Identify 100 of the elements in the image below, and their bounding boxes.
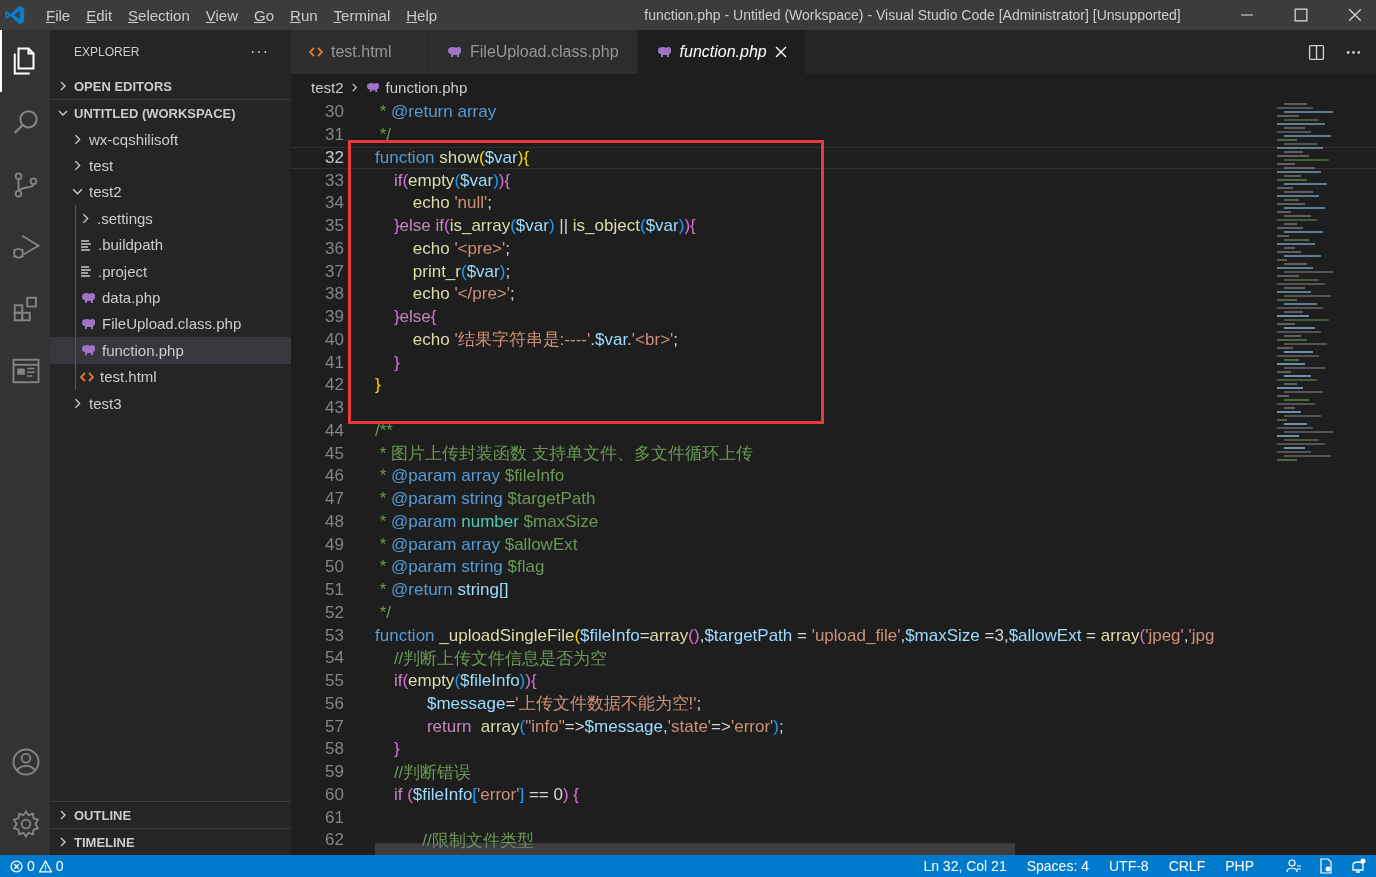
section-header[interactable]: UNTITLED (WORKSPACE) — [50, 99, 291, 126]
elephant-icon — [364, 81, 380, 93]
line-number: 37 — [324, 261, 344, 282]
error-icon[interactable] — [10, 859, 23, 873]
line-number: 56 — [324, 693, 344, 714]
line-number: 53 — [324, 625, 344, 646]
elephant-icon — [80, 291, 96, 304]
code-line: * @param number $maxSize — [378, 511, 599, 532]
code-line: */ — [378, 602, 392, 623]
file-tree-item[interactable]: wx-cqshilisoft — [50, 126, 291, 153]
settings-icon[interactable] — [11, 809, 41, 839]
status-item[interactable]: Spaces: 4 — [1026, 858, 1089, 874]
error-count[interactable]: 0 — [27, 858, 35, 874]
line-number: 33 — [324, 170, 344, 191]
code-line: echo '结果字符串是:----'.$var.'<br>'; — [411, 329, 679, 352]
line-number: 42 — [324, 375, 344, 396]
elephant-icon — [655, 46, 672, 58]
code-line: * @return string[] — [378, 580, 509, 601]
line-number: 54 — [324, 648, 344, 669]
line-number: 51 — [324, 580, 344, 601]
code-line: echo '</pre>'; — [411, 284, 515, 305]
maximize-icon[interactable] — [1294, 8, 1308, 22]
code-line: }else{ — [392, 307, 437, 328]
warning-count[interactable]: 0 — [55, 858, 64, 874]
file-tree-item[interactable]: test3 — [50, 389, 291, 417]
menu-item[interactable]: Run — [282, 6, 326, 24]
code-line: if(empty($fileInfo)){ — [392, 671, 537, 692]
document-icon[interactable] — [1318, 858, 1334, 874]
more-actions-button[interactable]: ··· — [250, 42, 269, 61]
editor-tab[interactable]: test.html — [291, 30, 428, 74]
breadcrumb[interactable]: function.php — [385, 78, 468, 96]
code-brackets-icon — [309, 46, 323, 58]
code-line: */ — [378, 125, 392, 146]
file-tree-item[interactable]: test — [50, 152, 291, 179]
line-number: 46 — [324, 466, 344, 487]
line-number: 60 — [324, 784, 344, 805]
chevron-icon — [72, 133, 83, 145]
line-number: 47 — [324, 489, 344, 510]
menu-item[interactable]: View — [197, 6, 246, 24]
warning-icon[interactable] — [38, 859, 52, 873]
line-number: 35 — [324, 216, 344, 237]
breadcrumb[interactable]: test2 — [311, 78, 344, 96]
elephant-icon — [80, 317, 96, 330]
line-number: 50 — [324, 557, 344, 578]
code-line: * @param string $targetPath — [378, 489, 596, 510]
code-line: * @param array $allowExt — [378, 534, 578, 555]
account-icon[interactable] — [11, 747, 41, 777]
line-number: 41 — [324, 352, 344, 373]
line-number: 62 — [324, 830, 344, 851]
chevron-icon — [72, 160, 83, 172]
code-line: $message='上传文件数据不能为空!'; — [425, 693, 702, 716]
file-tree-item[interactable]: data.php — [50, 284, 291, 311]
menu-item[interactable]: Selection — [120, 6, 198, 24]
file-tree-item[interactable]: test2 — [50, 178, 291, 206]
status-item[interactable]: Ln 32, Col 21 — [923, 858, 1007, 874]
code-line: } — [375, 375, 381, 396]
code-line: function show($var){ — [375, 147, 530, 168]
status-item[interactable]: PHP — [1225, 858, 1254, 874]
status-item[interactable]: UTF-8 — [1108, 858, 1149, 874]
line-number: 32 — [324, 147, 344, 168]
elephant-icon — [446, 46, 462, 58]
line-number: 58 — [324, 739, 344, 760]
menu-item[interactable]: File — [38, 6, 79, 24]
editor-tab[interactable]: function.php — [637, 30, 806, 74]
code-line: } — [392, 739, 400, 760]
menu-item[interactable]: Go — [246, 6, 283, 24]
bell-icon[interactable] — [1350, 858, 1366, 874]
editor-tab[interactable]: FileUpload.class.php — [428, 30, 638, 74]
status-item[interactable]: CRLF — [1168, 858, 1206, 874]
split-editor-icon[interactable] — [1308, 43, 1325, 61]
chevron-icon — [58, 108, 68, 118]
menu-item[interactable]: Terminal — [325, 6, 399, 24]
line-number: 61 — [324, 807, 344, 828]
file-tree-item[interactable]: function.php — [50, 337, 291, 364]
file-tree-item[interactable]: .project — [50, 257, 291, 285]
remote-explorer-icon[interactable] — [11, 356, 41, 386]
menu-item[interactable]: Edit — [78, 6, 121, 24]
file-tree-item[interactable]: .buildpath — [50, 231, 291, 258]
line-number: 34 — [324, 193, 344, 214]
text-file-icon — [80, 238, 92, 251]
line-number: 38 — [324, 284, 344, 305]
code-line: echo 'null'; — [411, 193, 493, 214]
run-debug-icon[interactable] — [11, 232, 41, 262]
section-header[interactable]: OUTLINE — [50, 801, 291, 828]
code-line: //判断上传文件信息是否为空 — [392, 647, 608, 670]
code-line: if(empty($var)){ — [392, 170, 511, 191]
line-number: 49 — [324, 534, 344, 555]
file-tree-item[interactable]: .settings — [50, 205, 291, 232]
code-line: //判断错误 — [392, 761, 472, 784]
code-line: print_r($var); — [411, 261, 511, 282]
file-tree-item[interactable]: test.html — [50, 363, 291, 390]
line-number: 39 — [324, 307, 344, 328]
line-number: 44 — [324, 420, 344, 441]
close-icon[interactable] — [1348, 8, 1362, 22]
person-icon[interactable] — [1286, 858, 1302, 874]
chevron-icon — [58, 81, 68, 91]
section-header[interactable]: OPEN EDITORS — [50, 73, 291, 99]
explorer-title: EXPLORER — [74, 44, 140, 59]
menu-item[interactable]: Help — [398, 6, 446, 24]
chevron-icon — [58, 810, 68, 820]
